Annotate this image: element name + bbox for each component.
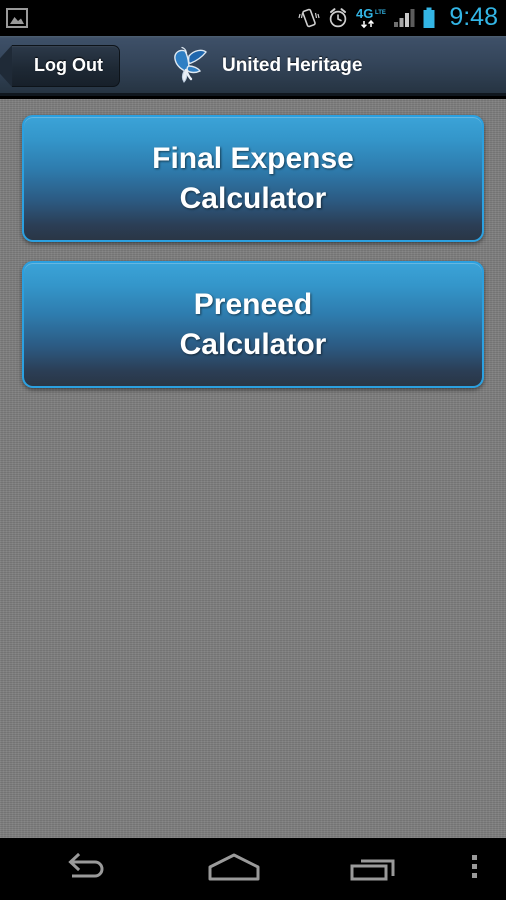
home-icon bbox=[206, 851, 262, 888]
status-bar-left-icons bbox=[6, 8, 28, 28]
main-content: Final Expense Calculator Preneed Calcula… bbox=[0, 99, 506, 838]
nav-home-button[interactable] bbox=[164, 838, 304, 900]
nav-back-button[interactable] bbox=[0, 838, 164, 900]
status-bar: 4G LTE 9:48 bbox=[0, 0, 506, 36]
overflow-menu-icon bbox=[470, 852, 480, 887]
butterfly-logo bbox=[162, 44, 214, 88]
logout-button-label: Log Out bbox=[34, 55, 103, 75]
alarm-clock-icon bbox=[327, 7, 349, 29]
status-bar-right-icons: 4G LTE 9:48 bbox=[298, 2, 498, 32]
final-expense-calculator-label: Final Expense Calculator bbox=[152, 141, 354, 215]
preneed-calculator-label: Preneed Calculator bbox=[179, 287, 327, 361]
back-arrow-icon bbox=[59, 850, 105, 889]
logout-button[interactable]: Log Out bbox=[0, 44, 120, 89]
final-expense-calculator-button[interactable]: Final Expense Calculator bbox=[22, 115, 484, 242]
svg-text:LTE: LTE bbox=[375, 10, 386, 16]
svg-text:4G: 4G bbox=[356, 6, 373, 21]
recent-apps-icon bbox=[348, 851, 400, 888]
nav-recents-button[interactable] bbox=[304, 838, 444, 900]
app-title: United Heritage bbox=[221, 54, 363, 76]
nav-overflow-menu-button[interactable] bbox=[444, 838, 506, 900]
signal-bars-icon bbox=[393, 8, 415, 28]
preneed-calculator-button[interactable]: Preneed Calculator bbox=[22, 261, 484, 388]
battery-icon bbox=[422, 7, 436, 29]
gallery-image-icon bbox=[6, 8, 28, 28]
android-navigation-bar bbox=[0, 838, 506, 900]
network-4g-lte-icon: 4G LTE bbox=[356, 6, 386, 30]
status-bar-clock: 9:48 bbox=[449, 2, 498, 31]
action-bar: Log Out United Heritage bbox=[0, 38, 506, 96]
vibrate-icon bbox=[298, 7, 320, 29]
phone-screen: 4G LTE 9:48 Log Out United Heritage Fina… bbox=[0, 0, 506, 900]
